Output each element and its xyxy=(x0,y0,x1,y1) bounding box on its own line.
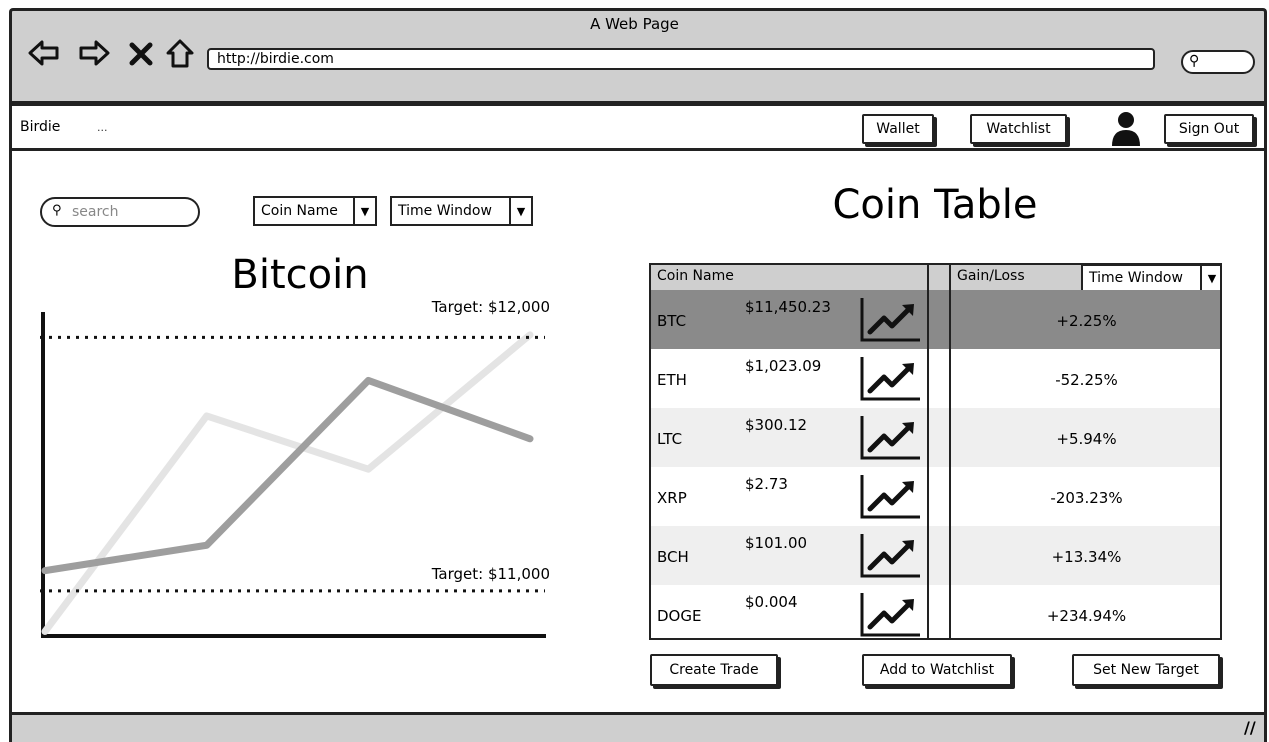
browser-statusbar xyxy=(12,712,1264,742)
table-row[interactable]: BCH $101.00 +13.34% xyxy=(651,526,1220,585)
coin-table-heading: Coin Table xyxy=(832,182,1038,228)
gain-loss-value: +2.25% xyxy=(1056,312,1117,330)
gain-loss-value: -52.25% xyxy=(1055,371,1118,389)
table-row[interactable]: ETH $1,023.09 -52.25% xyxy=(651,349,1220,408)
table-row[interactable]: DOGE $0.004 +234.94% xyxy=(651,585,1220,638)
sign-out-button[interactable]: Sign Out xyxy=(1164,114,1254,144)
coin-price: $11,450.23 xyxy=(745,298,831,316)
browser-search-button[interactable]: ⚲ xyxy=(1181,50,1255,74)
trend-chart-icon[interactable] xyxy=(860,532,922,582)
coin-symbol: XRP xyxy=(657,489,687,507)
series-line xyxy=(41,376,534,575)
coin-price: $300.12 xyxy=(745,416,808,434)
coin-symbol: LTC xyxy=(657,430,683,448)
trend-chart-icon[interactable] xyxy=(860,296,922,346)
coin-symbol: ETH xyxy=(657,371,687,389)
resize-grip-icon[interactable]: // xyxy=(1244,718,1256,737)
gain-loss-value: +13.34% xyxy=(1051,548,1122,566)
table-time-window-label: Time Window xyxy=(1083,266,1202,290)
trend-chart-icon[interactable] xyxy=(860,355,922,405)
coin-price: $0.004 xyxy=(745,593,798,611)
set-new-target-button[interactable]: Set New Target xyxy=(1072,654,1220,686)
coin-table: Coin Name Gain/Loss Time Window ▼ BTC $11… xyxy=(649,263,1222,640)
user-avatar-icon[interactable] xyxy=(1110,110,1142,150)
coin-price: $2.73 xyxy=(745,475,788,493)
gain-loss-value: -203.23% xyxy=(1050,489,1123,507)
col-header-coin-name: Coin Name xyxy=(657,268,734,284)
trend-chart-icon[interactable] xyxy=(860,591,922,638)
table-row[interactable]: LTC $300.12 +5.94% xyxy=(651,408,1220,467)
price-chart xyxy=(40,312,546,638)
trend-chart-icon[interactable] xyxy=(860,473,922,523)
watchlist-button[interactable]: Watchlist xyxy=(970,114,1067,144)
series-line xyxy=(41,331,534,635)
coin-symbol: BCH xyxy=(657,548,689,566)
chevron-down-icon: ▼ xyxy=(1207,271,1217,285)
gain-loss-value: +5.94% xyxy=(1056,430,1117,448)
coin-symbol: DOGE xyxy=(657,607,702,625)
create-trade-button[interactable]: Create Trade xyxy=(650,654,778,686)
trend-chart-icon[interactable] xyxy=(860,414,922,464)
gain-loss-value: +234.94% xyxy=(1046,607,1127,625)
table-row[interactable]: BTC $11,450.23 +2.25% xyxy=(651,290,1220,349)
wallet-button[interactable]: Wallet xyxy=(862,114,934,144)
table-time-window-dropdown[interactable]: Time Window ▼ xyxy=(1081,265,1220,292)
col-header-gain-loss: Gain/Loss xyxy=(957,268,1025,284)
add-to-watchlist-button[interactable]: Add to Watchlist xyxy=(862,654,1012,686)
column-divider xyxy=(949,265,951,638)
search-icon: ⚲ xyxy=(1189,53,1200,69)
table-row[interactable]: XRP $2.73 -203.23% xyxy=(651,467,1220,526)
coin-price: $101.00 xyxy=(745,534,808,552)
column-divider xyxy=(927,265,929,638)
coin-price: $1,023.09 xyxy=(745,357,822,375)
coin-symbol: BTC xyxy=(657,312,687,330)
